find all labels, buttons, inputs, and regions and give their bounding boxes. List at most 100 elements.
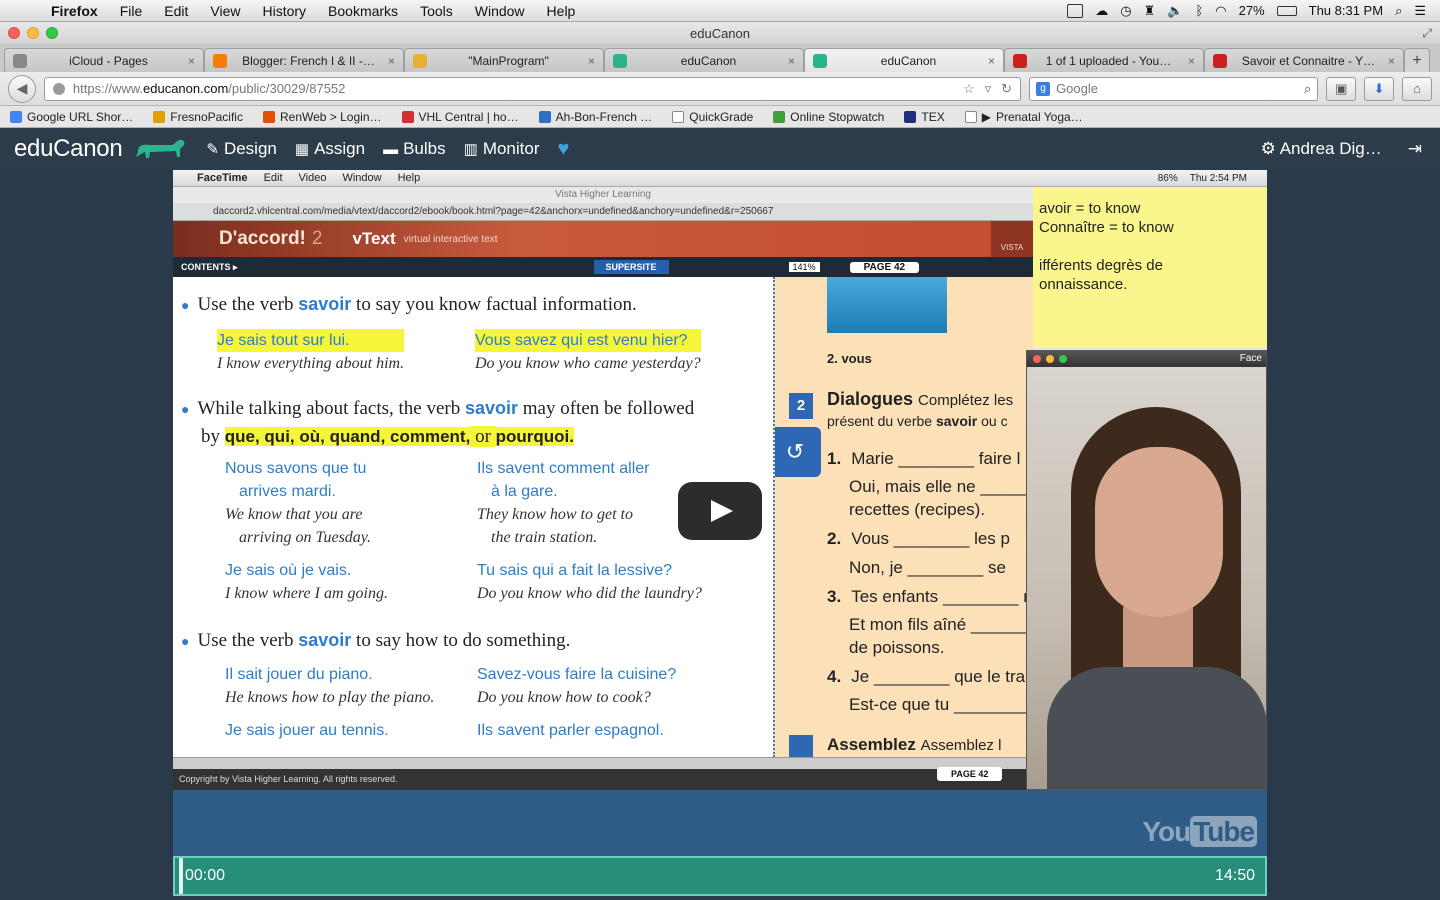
search-bar[interactable]: g Google ⌕ [1029, 76, 1319, 101]
bookmarks-toolbar: Google URL Shor… FresnoPacific RenWeb > … [0, 106, 1440, 128]
fullscreen-icon[interactable]: ⤢ [1422, 26, 1432, 41]
binoculars-icon[interactable]: ♜ [1144, 3, 1156, 19]
menu-view[interactable]: View [199, 3, 251, 19]
wifi-icon[interactable]: ◠ [1215, 3, 1226, 19]
tab-label: iCloud - Pages [69, 53, 148, 68]
menu-edit[interactable]: Edit [153, 3, 199, 19]
home-icon[interactable]: ⌂ [1402, 76, 1433, 101]
menu-history[interactable]: History [251, 3, 317, 19]
tab-educanon-1[interactable]: eduCanon × [604, 48, 804, 72]
extension-button[interactable]: ▣ [1326, 76, 1357, 101]
bookmark-star-icon[interactable]: ☆ [963, 81, 975, 97]
sticky-line: Connaître = to know [1039, 219, 1174, 236]
new-tab-button[interactable]: + [1404, 48, 1430, 72]
bookmark-prenatal-yoga[interactable]: ▶ Prenatal Yoga… [964, 109, 1083, 124]
video-player[interactable]: FaceTime Edit Video Window Help 86% Thu … [173, 170, 1267, 856]
user-menu[interactable]: ⚙ Andrea Dig… [1261, 139, 1382, 159]
tab-blogger[interactable]: Blogger: French I & II -… × [204, 48, 404, 72]
play-button[interactable] [678, 482, 762, 540]
volume-icon[interactable]: 🔈 [1167, 3, 1183, 19]
tab-mainprogram[interactable]: "MainProgram" × [404, 48, 604, 72]
creative-cloud-icon[interactable]: ☁ [1095, 3, 1108, 19]
bookmark-vhl-central[interactable]: VHL Central | ho… [401, 110, 519, 124]
menu-app[interactable]: Firefox [40, 3, 109, 19]
bookmark-quickgrade[interactable]: QuickGrade [672, 110, 753, 124]
tab-educanon-active[interactable]: eduCanon × [804, 48, 1004, 72]
vhl-icon [401, 110, 414, 123]
menu-bookmarks[interactable]: Bookmarks [317, 3, 409, 19]
clock[interactable]: Thu 8:31 PM [1309, 3, 1383, 18]
nav-design[interactable]: ✎ Design [206, 139, 277, 159]
battery-percent[interactable]: 27% [1239, 3, 1265, 18]
inner-menu-item: Window [342, 172, 382, 184]
video-timeline[interactable]: 00:00 14:50 [173, 856, 1267, 896]
close-tab-icon[interactable]: × [1388, 54, 1395, 68]
exercise-title-3: Assemblez Assemblez l [827, 735, 1001, 755]
menu-tools[interactable]: Tools [409, 3, 464, 19]
close-tab-icon[interactable]: × [188, 54, 195, 68]
webcam-video [1027, 367, 1266, 789]
bullet-text: While talking about facts, the verb [197, 398, 465, 419]
window-titlebar: eduCanon ⤢ [0, 22, 1440, 44]
spotlight-icon[interactable]: ⌕ [1395, 3, 1402, 19]
exercise-line: 3. Tes enfants ________ n [827, 587, 1033, 607]
zoom-window-button[interactable] [46, 27, 58, 39]
close-window-button[interactable] [8, 27, 20, 39]
search-icon[interactable]: ⌕ [1304, 81, 1311, 97]
sticky-line: avoir = to know [1039, 200, 1141, 217]
educanon-header: eduCanon ✎ Design ▦ Assign ▬ Bulbs ▥ Monitor… [0, 128, 1440, 170]
menu-file[interactable]: File [109, 3, 154, 19]
tab-youtube-upload[interactable]: 1 of 1 uploaded - You… × [1004, 48, 1204, 72]
bookmark-tex[interactable]: TEX [904, 110, 945, 124]
stopwatch-icon [773, 110, 786, 123]
page-icon [964, 110, 977, 123]
close-tab-icon[interactable]: × [988, 54, 995, 68]
bookmark-google-url[interactable]: Google URL Shor… [10, 110, 133, 124]
traffic-lights [8, 27, 58, 39]
tab-label: 1 of 1 uploaded - You… [1045, 53, 1172, 68]
time-machine-icon[interactable]: ◷ [1120, 3, 1131, 19]
dropdown-arrow-icon[interactable]: ▿ [985, 81, 992, 97]
url-path: /public/30029/87552 [228, 81, 346, 96]
url-bar[interactable]: https://www. educanon.com/public/30029/87… [43, 76, 1022, 101]
menu-window[interactable]: Window [464, 3, 536, 19]
timeline-cursor[interactable] [179, 858, 183, 894]
reload-icon[interactable]: ↻ [1001, 81, 1012, 97]
inner-menu-item: Help [397, 172, 421, 184]
keyword: savoir [464, 398, 519, 418]
bookmark-fresnopacific[interactable]: FresnoPacific [153, 110, 243, 124]
heart-icon[interactable]: ♥ [558, 138, 570, 161]
google-search-engine-icon[interactable]: g [1036, 81, 1051, 96]
bullet-dot: ● [181, 299, 190, 314]
nav-bulbs[interactable]: ▬ Bulbs [383, 139, 446, 159]
bookmark-renweb[interactable]: RenWeb > Login… [262, 110, 382, 124]
airplay-icon[interactable] [1067, 3, 1084, 18]
close-tab-icon[interactable]: × [588, 54, 595, 68]
close-tab-icon[interactable]: × [388, 54, 395, 68]
bookmark-label: Prenatal Yoga… [995, 109, 1083, 124]
site-identity-icon[interactable] [52, 82, 65, 95]
close-tab-icon[interactable]: × [788, 54, 795, 68]
tab-icloud[interactable]: iCloud - Pages × [4, 48, 204, 72]
line-text: de poissons. [849, 638, 945, 657]
downloads-icon[interactable]: ⬇ [1364, 76, 1395, 101]
educanon-logo[interactable]: eduCanon [14, 135, 123, 163]
tab-youtube-savoir[interactable]: Savoir et Connaitre - Y… × [1204, 48, 1404, 72]
close-tab-icon[interactable]: × [1188, 54, 1195, 68]
nav-assign[interactable]: ▦ Assign [295, 139, 365, 159]
bookmark-ah-bon-french[interactable]: Ah-Bon-French … [538, 110, 652, 124]
logout-icon[interactable]: ⇥ [1408, 139, 1422, 159]
back-button[interactable]: ◀ [8, 74, 36, 103]
inner-menu-item: Edit [263, 172, 283, 184]
youtube-logo[interactable]: You Tube [1142, 816, 1257, 848]
example-english: I know everything about him. [217, 355, 405, 372]
nav-monitor[interactable]: ▥ Monitor [464, 139, 540, 159]
menu-help[interactable]: Help [536, 3, 587, 19]
battery-icon[interactable] [1276, 5, 1297, 16]
minimize-window-button[interactable] [27, 27, 39, 39]
bookmark-online-stopwatch[interactable]: Online Stopwatch [773, 110, 884, 124]
notification-center-icon[interactable]: ☰ [1414, 3, 1426, 19]
bluetooth-icon[interactable]: ᛒ [1195, 3, 1203, 18]
line-text: Non, je ________ se [849, 558, 1006, 577]
vista-logo: VISTA [991, 221, 1033, 257]
